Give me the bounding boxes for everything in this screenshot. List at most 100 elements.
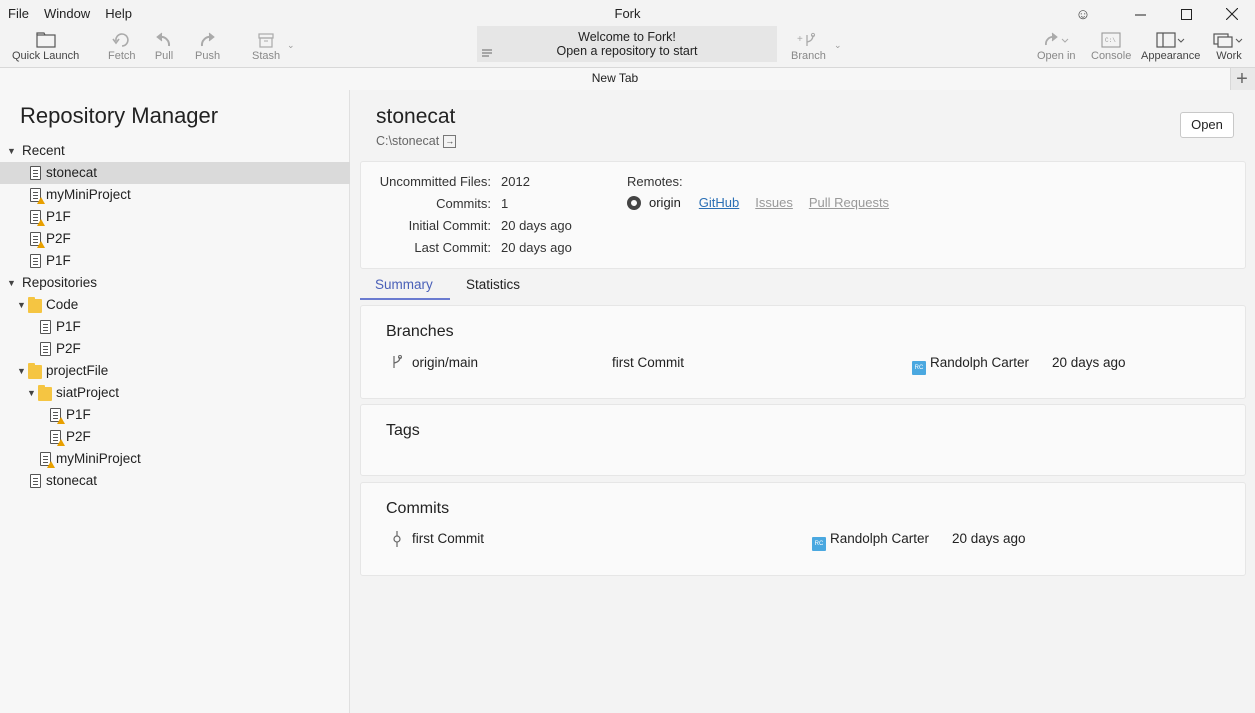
- menu-bar: File Window Help: [8, 6, 132, 21]
- folder-icon: [36, 30, 56, 50]
- folder-siatproject[interactable]: ▼ siatProject: [0, 382, 350, 404]
- github-link[interactable]: GitHub: [699, 195, 739, 210]
- repo-item-p2f[interactable]: P2F: [0, 426, 350, 448]
- branch-time: 20 days ago: [1052, 355, 1126, 370]
- recent-item-label: myMiniProject: [46, 187, 131, 202]
- repository-name: stonecat: [376, 105, 456, 128]
- close-button[interactable]: [1209, 0, 1255, 28]
- open-in-label: Open in: [1037, 50, 1076, 62]
- open-in-button[interactable]: Open in: [1037, 30, 1076, 62]
- workspace-icon: [1213, 30, 1245, 50]
- author-avatar: RC: [912, 361, 926, 375]
- quick-launch-label: Quick Launch: [12, 50, 80, 62]
- github-icon: [627, 195, 641, 210]
- issues-link[interactable]: Issues: [755, 195, 793, 210]
- pull-requests-link[interactable]: Pull Requests: [809, 195, 889, 210]
- welcome-title: Welcome to Fork!: [578, 30, 676, 44]
- expand-arrow-icon[interactable]: ▼: [7, 272, 16, 294]
- pull-button[interactable]: Pull: [154, 30, 174, 62]
- branch-icon: +: [797, 30, 819, 50]
- branch-button[interactable]: + Branch: [791, 30, 826, 62]
- folder-icon: [38, 385, 52, 401]
- repository-path-text: C:\stonecat: [376, 134, 440, 148]
- expand-arrow-icon[interactable]: ▼: [17, 360, 26, 382]
- folder-label: projectFile: [46, 363, 109, 378]
- commit-icon: [391, 531, 403, 550]
- repository-warning-icon: [30, 232, 45, 248]
- expand-arrow-icon[interactable]: ▼: [27, 382, 36, 404]
- commit-time: 20 days ago: [952, 531, 1026, 546]
- recent-item-p1f[interactable]: P1F: [0, 206, 350, 228]
- repository-warning-icon: [50, 430, 65, 446]
- repo-item-myminiproject[interactable]: myMiniProject: [0, 448, 350, 470]
- maximize-button[interactable]: [1163, 0, 1209, 28]
- repository-icon: [40, 342, 51, 356]
- commits-value: 1: [501, 196, 509, 211]
- recent-item-p2f[interactable]: P2F: [0, 228, 350, 250]
- tags-title: Tags: [386, 422, 420, 439]
- repo-item-label: stonecat: [46, 473, 98, 488]
- folder-icon: [28, 297, 42, 313]
- tags-card: Tags: [360, 404, 1246, 476]
- open-path-icon[interactable]: →: [443, 134, 457, 148]
- recent-item-stonecat[interactable]: stonecat: [0, 162, 350, 184]
- repository-manager-title: Repository Manager: [20, 103, 219, 128]
- stash-label: Stash: [252, 50, 281, 62]
- recent-group[interactable]: ▼ Recent: [0, 140, 350, 162]
- repo-item-p1f[interactable]: P1F: [0, 316, 350, 338]
- repository-icon: [30, 474, 41, 488]
- open-button[interactable]: Open: [1180, 112, 1234, 138]
- workspace-button[interactable]: Work: [1213, 30, 1245, 62]
- fetch-icon: [112, 30, 132, 50]
- folder-code[interactable]: ▼ Code: [0, 294, 350, 316]
- console-icon: C:\: [1101, 30, 1121, 50]
- pull-label: Pull: [154, 50, 174, 62]
- open-in-icon: [1042, 30, 1070, 50]
- menu-file[interactable]: File: [8, 6, 29, 21]
- minimize-button[interactable]: [1117, 0, 1163, 28]
- minimize-icon: [1134, 14, 1146, 15]
- quick-launch-button[interactable]: Quick Launch: [12, 30, 79, 62]
- push-button[interactable]: Push: [195, 30, 220, 62]
- repository-warning-icon: [50, 408, 65, 424]
- repository-tree: ▼ Recent stonecat myMiniProject P1F P2F …: [0, 140, 350, 492]
- commits-title: Commits: [386, 500, 450, 517]
- repo-item-stonecat[interactable]: stonecat: [0, 470, 350, 492]
- tab-new-tab[interactable]: New Tab: [0, 68, 1231, 90]
- expand-arrow-icon[interactable]: ▼: [7, 140, 16, 162]
- fetch-label: Fetch: [108, 50, 136, 62]
- appearance-icon: [1156, 30, 1186, 50]
- commit-message: first Commit: [412, 531, 484, 546]
- folder-projectfile[interactable]: ▼ projectFile: [0, 360, 350, 382]
- recent-item-label: stonecat: [46, 165, 98, 180]
- stash-dropdown-icon[interactable]: ⌄: [287, 40, 295, 51]
- last-commit-value: 20 days ago: [501, 240, 572, 255]
- recent-item-label: P1F: [46, 209, 71, 224]
- feedback-smiley-icon[interactable]: ☺: [1073, 0, 1093, 28]
- stash-button[interactable]: Stash: [252, 30, 280, 62]
- branches-title: Branches: [386, 323, 454, 340]
- branch-dropdown-icon[interactable]: ⌄: [834, 40, 842, 51]
- maximize-icon: [1180, 8, 1192, 20]
- expand-arrow-icon[interactable]: ▼: [17, 294, 26, 316]
- add-tab-icon[interactable]: +: [1232, 68, 1252, 90]
- menu-lines-icon[interactable]: [482, 47, 492, 61]
- folder-label: siatProject: [56, 385, 120, 400]
- tab-statistics[interactable]: Statistics: [466, 277, 520, 292]
- console-button[interactable]: C:\ Console: [1091, 30, 1131, 62]
- initial-commit-value: 20 days ago: [501, 218, 572, 233]
- repositories-group[interactable]: ▼ Repositories: [0, 272, 350, 294]
- repositories-label: Repositories: [22, 275, 98, 290]
- repo-item-label: P1F: [66, 407, 91, 422]
- menu-window[interactable]: Window: [44, 6, 90, 21]
- tab-bar: New Tab +: [0, 67, 1255, 90]
- repo-item-label: P1F: [56, 319, 81, 334]
- fetch-button[interactable]: Fetch: [108, 30, 136, 62]
- recent-item-p1f[interactable]: P1F: [0, 250, 350, 272]
- tab-summary[interactable]: Summary: [375, 277, 433, 292]
- recent-item-myminiproject[interactable]: myMiniProject: [0, 184, 350, 206]
- repo-item-p2f[interactable]: P2F: [0, 338, 350, 360]
- appearance-button[interactable]: Appearance: [1141, 30, 1200, 62]
- menu-help[interactable]: Help: [105, 6, 132, 21]
- repo-item-p1f[interactable]: P1F: [0, 404, 350, 426]
